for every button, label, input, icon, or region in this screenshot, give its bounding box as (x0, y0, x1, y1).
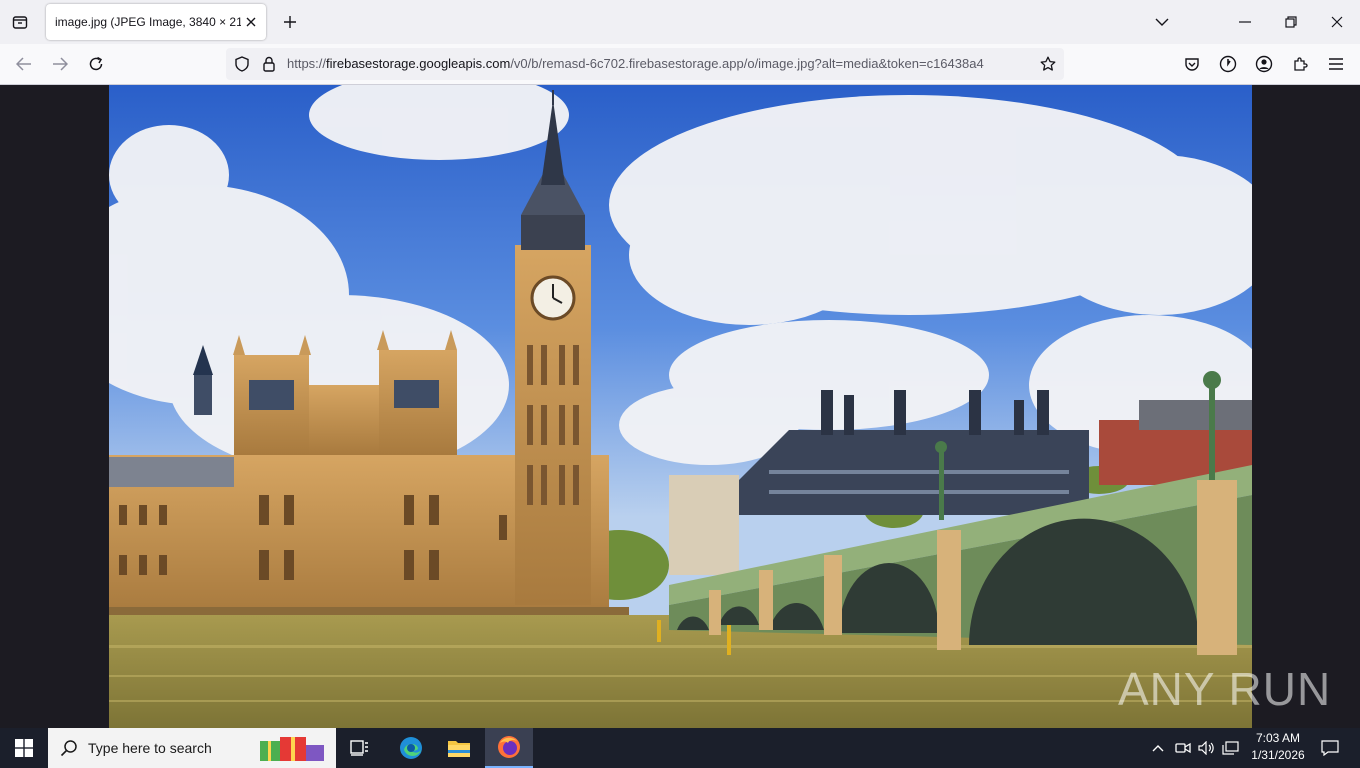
bookmark-star-icon[interactable] (1038, 54, 1058, 74)
forward-icon[interactable] (46, 50, 74, 78)
url-text[interactable]: https://firebasestorage.googleapis.com/v… (287, 56, 1032, 71)
clock-time: 7:03 AM (1255, 731, 1301, 745)
lock-icon[interactable] (259, 54, 279, 74)
taskbar: Type here to search 7:03 AM 1/31/2026 (0, 728, 1360, 768)
tab-bar: image.jpg (JPEG Image, 3840 × 2160 pixel… (0, 0, 1360, 44)
taskbar-search-box[interactable]: Type here to search (48, 728, 336, 768)
pocket-icon[interactable] (1178, 50, 1206, 78)
minimize-icon[interactable] (1222, 0, 1268, 44)
url-bar[interactable]: https://firebasestorage.googleapis.com/v… (226, 48, 1064, 80)
show-hidden-icons-chevron-icon[interactable] (1146, 728, 1170, 768)
meet-now-icon[interactable] (1171, 728, 1195, 768)
extensions-icon[interactable] (1286, 50, 1314, 78)
url-path: /v0/b/remasd-6c702.firebasestorage.app/o… (510, 56, 984, 71)
firefox-taskbar-icon[interactable] (485, 728, 533, 768)
search-placeholder: Type here to search (88, 740, 212, 756)
firefox-view-icon[interactable] (6, 8, 34, 36)
reload-icon[interactable] (82, 50, 110, 78)
close-tab-icon[interactable] (243, 14, 259, 30)
image-viewer (0, 85, 1360, 728)
clock-date: 1/31/2026 (1251, 748, 1305, 762)
anyrun-watermark: ANY RUN (1118, 663, 1332, 715)
active-tab[interactable]: image.jpg (JPEG Image, 3840 × 2160 pixel… (46, 4, 266, 40)
windows-start-icon[interactable] (0, 728, 48, 768)
taskbar-clock[interactable]: 7:03 AM 1/31/2026 (1246, 731, 1310, 762)
restore-icon[interactable] (1268, 0, 1314, 44)
navigation-bar: https://firebasestorage.googleapis.com/v… (0, 44, 1360, 85)
edge-icon[interactable] (387, 728, 435, 768)
menu-hamburger-icon[interactable] (1322, 50, 1350, 78)
search-highlight-gifts-icon (258, 733, 326, 763)
url-prefix: https:// (287, 56, 327, 71)
displayed-image[interactable] (109, 85, 1252, 728)
new-tab-icon[interactable] (276, 8, 304, 36)
firefox-sync-icon[interactable] (1214, 50, 1242, 78)
close-window-icon[interactable] (1314, 0, 1360, 44)
notifications-icon[interactable] (1306, 728, 1354, 768)
tab-title: image.jpg (JPEG Image, 3840 × 2160 pixel… (55, 15, 241, 29)
file-explorer-icon[interactable] (435, 728, 483, 768)
back-icon[interactable] (10, 50, 38, 78)
url-host: firebasestorage.googleapis.com (326, 56, 511, 71)
tracking-protection-shield-icon[interactable] (232, 54, 252, 74)
network-icon[interactable] (1219, 728, 1243, 768)
search-icon (60, 739, 78, 757)
volume-icon[interactable] (1195, 728, 1219, 768)
task-view-icon[interactable] (336, 728, 384, 768)
list-all-tabs-icon[interactable] (1148, 8, 1176, 36)
account-icon[interactable] (1250, 50, 1278, 78)
